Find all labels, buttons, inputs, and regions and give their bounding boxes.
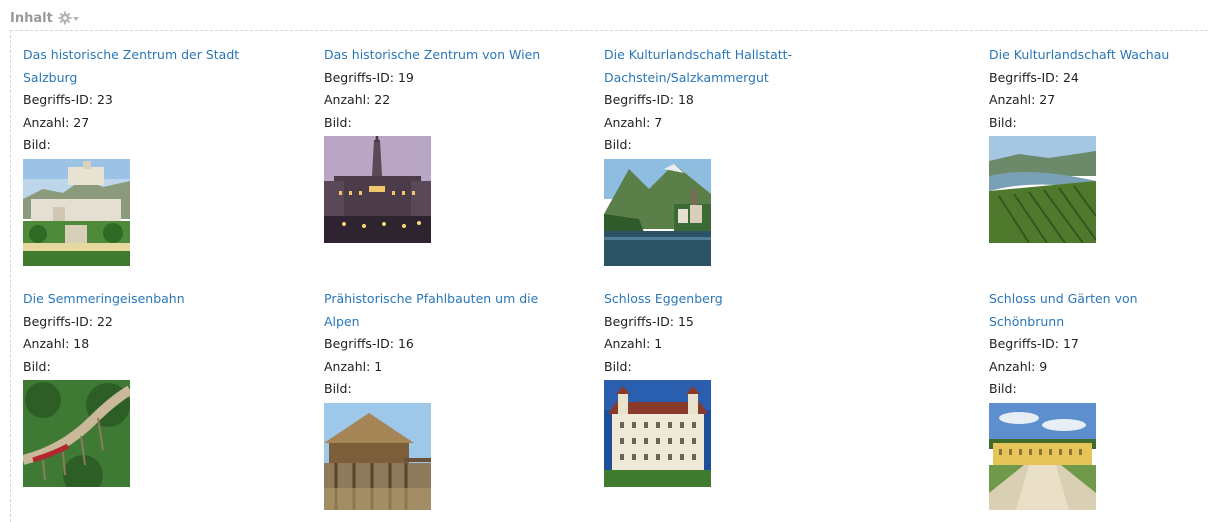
image-label: Bild: [324,381,352,396]
item-count: Anzahl: 9 [989,358,1048,374]
panel-title: Inhalt [10,10,53,26]
title-line1: Schloss und Gärten von [989,291,1138,306]
item-card: Das historische Zentrum der Stadt Salzbur… [23,44,283,266]
image-label: Bild: [23,358,51,374]
item-id: Begriffs-ID: 18 [604,92,694,107]
pile-dwellings-photo[interactable] [324,402,431,510]
title-line2: Alpen [324,313,360,329]
item-card: Schloss und Gärten von Schönbrunn Begriff… [989,288,1204,510]
item-count: Anzahl: 22 [324,92,391,107]
schoenbrunn-photo[interactable] [989,402,1096,510]
image-label: Bild: [23,137,51,152]
item-title-link[interactable]: Die Kulturlandschaft Hallstatt- Dachstein… [604,44,864,89]
image-label: Bild: [324,114,352,130]
item-count: Anzahl: 7 [604,114,663,130]
item-title-link[interactable]: Das historische Zentrum von Wien [324,44,584,67]
item-count: Anzahl: 1 [604,336,663,351]
item-title-link[interactable]: Das historische Zentrum der Stadt Salzbur… [23,44,283,89]
item-card: Prähistorische Pfahlbauten um die Alpen B… [324,288,584,510]
item-title-link[interactable]: Schloss und Gärten von Schönbrunn [989,288,1204,333]
item-title-link[interactable]: Schloss Eggenberg [604,288,864,311]
image-label: Bild: [989,114,1017,130]
item-card: Das historische Zentrum von Wien Begriff… [324,44,584,243]
title-line1: Prähistorische Pfahlbauten um die [324,291,539,306]
image-label: Bild: [604,137,632,152]
panel-header: Inhalt [10,8,80,28]
item-id: Begriffs-ID: 15 [604,313,694,329]
item-card: Die Kulturlandschaft Wachau Begriffs-ID:… [989,44,1204,243]
item-title-link[interactable]: Die Semmeringeisenbahn [23,288,283,311]
image-label: Bild: [989,381,1017,396]
semmering-railway-photo[interactable] [23,380,130,487]
item-count: Anzahl: 1 [324,358,383,374]
eggenberg-palace-photo[interactable] [604,380,711,487]
title-line2: Schönbrunn [989,313,1065,329]
item-count: Anzahl: 18 [23,336,90,351]
title-line2: Dachstein/Salzkammergut [604,69,769,85]
item-id: Begriffs-ID: 22 [23,313,113,329]
gear-dropdown-icon[interactable] [58,11,80,25]
item-card: Schloss Eggenberg Begriffs-ID: 15 Anzahl… [604,288,864,487]
image-label: Bild: [604,358,632,374]
item-card: Die Semmeringeisenbahn Begriffs-ID: 22 A… [23,288,283,487]
item-id: Begriffs-ID: 23 [23,92,113,107]
item-count: Anzahl: 27 [23,114,90,130]
item-title-link[interactable]: Die Kulturlandschaft Wachau [989,44,1204,67]
item-id: Begriffs-ID: 17 [989,336,1079,351]
item-id: Begriffs-ID: 19 [324,69,414,85]
title-line1: Die Kulturlandschaft Hallstatt- [604,47,793,62]
vienna-cityhall-photo[interactable] [324,136,431,243]
item-title-link[interactable]: Prähistorische Pfahlbauten um die Alpen [324,288,584,333]
salzburg-photo[interactable] [23,158,130,266]
wachau-photo[interactable] [989,136,1096,243]
hallstatt-photo[interactable] [604,158,711,266]
item-count: Anzahl: 27 [989,92,1056,107]
item-id: Begriffs-ID: 16 [324,336,414,351]
title-line1: Das historische Zentrum der Stadt [23,47,240,62]
title-line2: Salzburg [23,69,78,85]
item-id: Begriffs-ID: 24 [989,69,1079,85]
item-card: Die Kulturlandschaft Hallstatt- Dachstein… [604,44,864,266]
